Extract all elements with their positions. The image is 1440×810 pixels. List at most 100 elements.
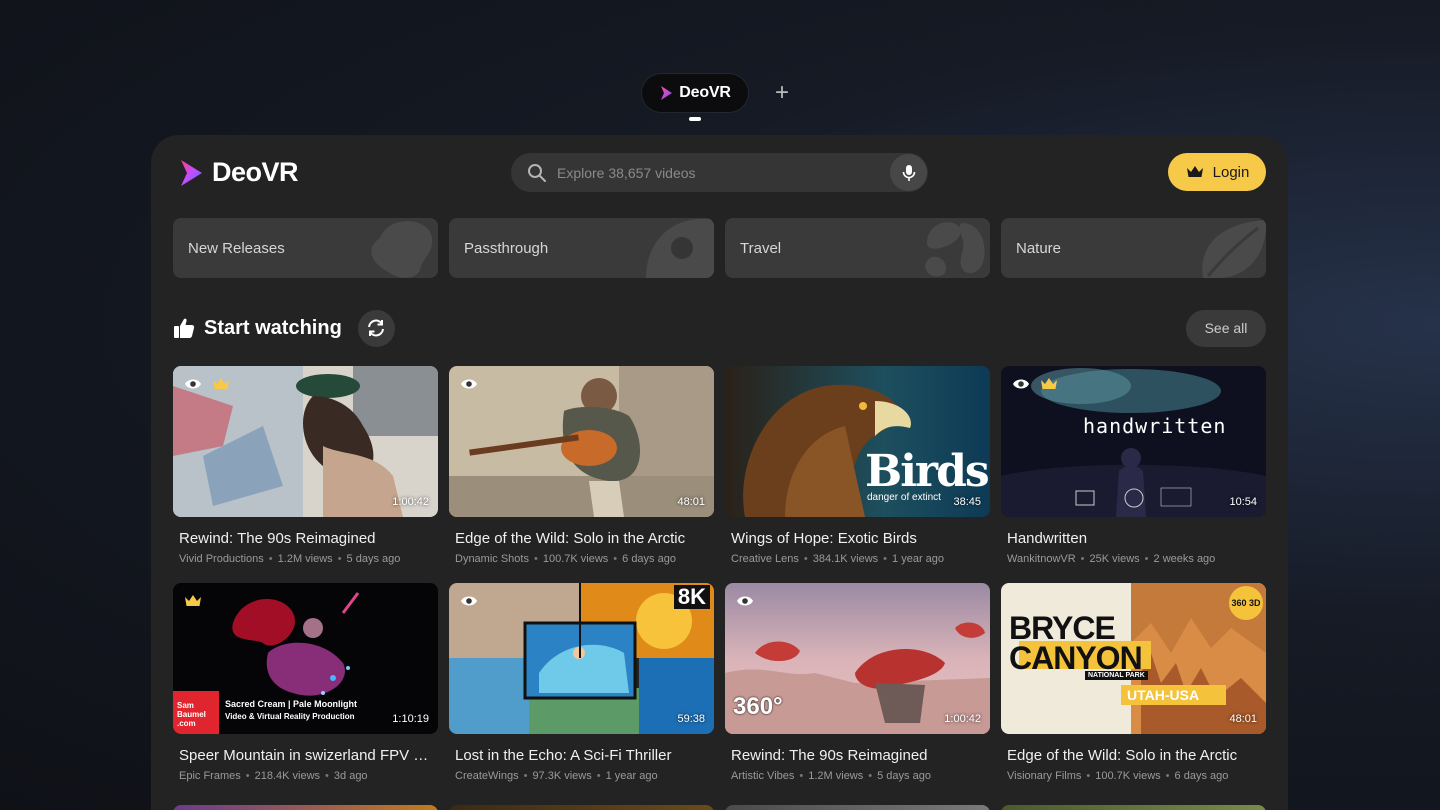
thumbs-up-icon [174,318,195,338]
video-thumbnail[interactable] [1001,805,1266,810]
crown-icon [1041,378,1057,389]
see-all-button[interactable]: See all [1186,309,1266,347]
refresh-button[interactable] [357,309,395,347]
video-duration: 1:10:19 [392,713,429,725]
thumbnail-subtitle-overlay: NATIONAL PARK [1085,671,1148,680]
category-label: Travel [740,239,782,257]
view-count: 1.2M views [808,770,864,782]
video-card[interactable]: Sam Baumel .com Sacred Cream | Pale Moon… [173,583,438,782]
channel-name[interactable]: Visionary Films [1007,770,1081,782]
view-count: 25K views [1089,553,1140,565]
leaf-icon [1202,220,1266,278]
video-title[interactable]: Edge of the Wild: Solo in the Arctic [455,530,713,547]
thumbnail-line1-overlay: Sacred Cream | Pale Moonlight [225,699,358,709]
brand-name: DeoVR [212,157,299,187]
video-meta: Artistic Vibes • 1.2M views • 5 days ago [731,770,931,782]
thumbnail-subtitle-overlay: danger of extinct [867,492,941,503]
upload-age: 6 days ago [1174,770,1229,782]
eye-icon [1013,379,1029,389]
upload-age: 5 days ago [877,770,931,782]
view-count: 1.2M views [277,553,333,565]
refresh-icon [368,319,385,337]
video-thumbnail[interactable] [725,805,990,810]
eye-icon [737,596,753,606]
category-nature[interactable]: Nature [1001,218,1266,278]
video-title[interactable]: Rewind: The 90s Reimagined [179,530,437,547]
category-label: Nature [1016,239,1062,257]
video-title[interactable]: Wings of Hope: Exotic Birds [731,530,989,547]
thumbnail-title-overlay: Birds [865,446,990,497]
video-thumbnail[interactable]: 360° 1:00:42 [725,583,990,734]
thumbnail-badges [736,594,754,608]
login-label: Login [1212,163,1250,181]
video-meta: WankitnowVR • 25K views • 2 weeks ago [1007,553,1216,565]
video-meta: Visionary Films • 100.7K views • 6 days ag… [1007,770,1229,782]
video-duration: 48:01 [1229,713,1257,725]
video-card[interactable]: 1:00:42 Rewind: The 90s Reimagined Vivid… [173,366,438,565]
passthrough-icon [646,218,714,278]
video-thumbnail[interactable]: handwritten 10:54 [1001,366,1266,517]
thumbnail-resolution-badge: 8K [673,585,710,609]
login-button[interactable]: Login [1168,153,1266,191]
video-card[interactable]: 8K 59:38 Lost in the Echo: A Sci-Fi Thri… [449,583,714,782]
upload-age: 2 weeks ago [1153,553,1216,565]
video-thumbnail[interactable]: 1:00:42 [173,366,438,517]
upload-age: 1 year ago [605,770,658,782]
video-duration: 59:38 [677,713,705,725]
upload-age: 5 days ago [346,553,401,565]
video-card[interactable]: handwritten 10:54 Handwritten WankitnowV… [1001,366,1266,565]
video-thumbnail[interactable]: BRYCE CANYON NATIONAL PARK UTAH-USA 360 … [1001,583,1266,734]
video-title[interactable]: Edge of the Wild: Solo in the Arctic [1007,747,1265,764]
channel-name[interactable]: WankitnowVR [1007,553,1076,565]
tab-deovr[interactable]: DeoVR [642,74,748,112]
video-meta: Creative Lens • 384.1K views • 1 year ago [731,553,945,565]
video-card[interactable]: 48:01 Edge of the Wild: Solo in the Arct… [449,366,714,565]
video-thumbnail[interactable] [449,805,714,810]
video-duration: 38:45 [953,496,981,508]
thumbnail-brand-overlay: Sam Baumel .com [177,701,206,728]
thumbnail-360-badge: 360° [733,693,783,720]
thumbnail-badges [184,377,230,391]
globe-icon [925,222,985,277]
video-card[interactable]: 360° 1:00:42 Rewind: The 90s Reimagined … [725,583,990,782]
active-tab-indicator [689,117,701,121]
plus-icon: + [774,79,789,106]
video-thumbnail[interactable]: 8K 59:38 [449,583,714,734]
video-duration: 10:54 [1229,496,1257,508]
channel-name[interactable]: CreateWings [455,770,519,782]
category-label: New Releases [188,239,285,257]
video-thumbnail[interactable]: 48:01 [449,366,714,517]
video-title[interactable]: Handwritten [1007,530,1265,547]
section-title: Start watching [204,316,342,339]
brand-logo[interactable]: DeoVR [178,157,299,188]
category-new-releases[interactable]: New Releases [173,218,438,278]
see-all-label: See all [1204,320,1248,336]
category-passthrough[interactable]: Passthrough [449,218,714,278]
channel-name[interactable]: Epic Frames [179,770,241,782]
channel-name[interactable]: Dynamic Shots [455,553,529,565]
video-thumbnail[interactable] [173,805,438,810]
header: DeoVR Login [151,135,1288,215]
thumbnail-badges [460,594,478,608]
video-title[interactable]: Speer Mountain in swizerland FPV Dro... [179,747,437,764]
video-card[interactable]: Birds danger of extinct 38:45 Wings of H… [725,366,990,565]
search-input[interactable] [557,164,890,181]
browser-tab-bar: DeoVR + [642,73,796,113]
channel-name[interactable]: Artistic Vibes [731,770,794,782]
upload-age: 1 year ago [892,553,945,565]
view-count: 100.7K views [542,553,609,565]
video-thumbnail[interactable]: Sam Baumel .com Sacred Cream | Pale Moon… [173,583,438,734]
eye-icon [461,379,477,389]
video-title[interactable]: Rewind: The 90s Reimagined [731,747,989,764]
video-title[interactable]: Lost in the Echo: A Sci-Fi Thriller [455,747,713,764]
add-tab-button[interactable]: + [768,79,796,107]
video-thumbnail[interactable]: Birds danger of extinct 38:45 [725,366,990,517]
eye-icon [185,379,201,389]
channel-name[interactable]: Creative Lens [731,553,799,565]
voice-search-button[interactable] [890,154,927,191]
video-card[interactable]: BRYCE CANYON NATIONAL PARK UTAH-USA 360 … [1001,583,1266,782]
deovr-logo-icon [661,86,673,100]
channel-name[interactable]: Vivid Productions [179,553,264,565]
category-travel[interactable]: Travel [725,218,990,278]
thumbnail-badges [1012,377,1058,391]
